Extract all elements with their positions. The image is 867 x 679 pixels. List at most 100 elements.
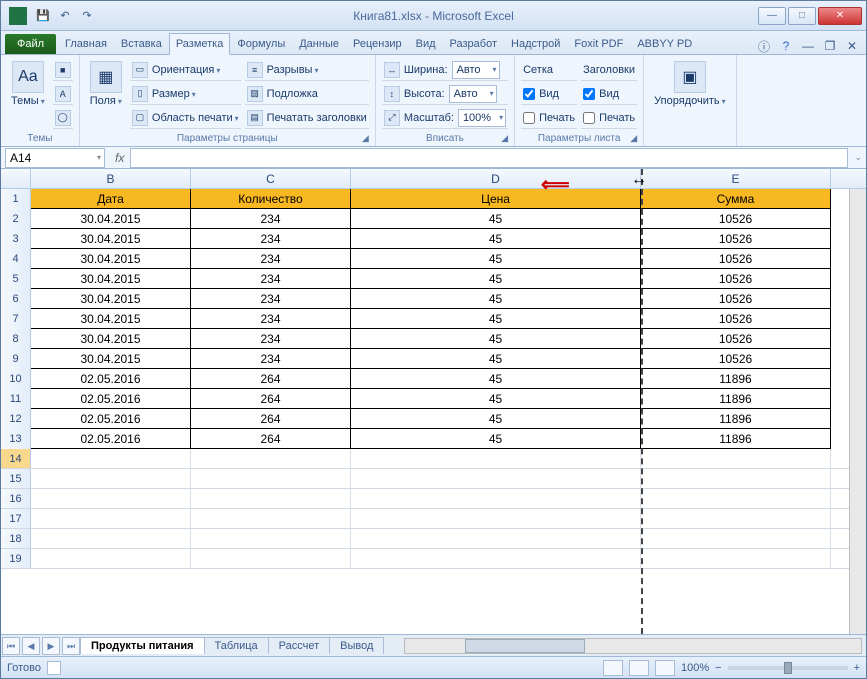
wb-close-icon[interactable]: ✕ <box>844 38 860 54</box>
tab-view[interactable]: Вид <box>409 33 443 54</box>
table-cell[interactable]: 264 <box>191 409 351 429</box>
table-cell[interactable]: 30.04.2015 <box>31 309 191 329</box>
empty-cell[interactable] <box>31 449 191 468</box>
row-header[interactable]: 4 <box>1 249 31 269</box>
expand-formula-icon[interactable]: ⌄ <box>854 152 862 163</box>
horizontal-scrollbar[interactable] <box>404 638 862 654</box>
colors-icon[interactable]: ■ <box>55 62 71 78</box>
table-cell[interactable]: 02.05.2016 <box>31 389 191 409</box>
name-box[interactable]: A14 <box>5 148 105 168</box>
head-view-checkbox[interactable] <box>583 88 595 100</box>
table-cell[interactable]: 11896 <box>641 369 831 389</box>
sheet-nav-first[interactable]: ⏮ <box>2 637 20 655</box>
table-cell[interactable]: 11896 <box>641 389 831 409</box>
empty-cell[interactable] <box>351 489 641 508</box>
empty-cell[interactable] <box>641 469 831 488</box>
table-cell[interactable]: 264 <box>191 369 351 389</box>
wb-minimize-icon[interactable]: — <box>800 38 816 54</box>
row-header[interactable]: 5 <box>1 269 31 289</box>
row-header[interactable]: 15 <box>1 469 31 488</box>
formula-input[interactable] <box>130 148 848 168</box>
table-cell[interactable]: 234 <box>191 249 351 269</box>
grid-view-checkbox[interactable] <box>523 88 535 100</box>
col-header-d[interactable]: D <box>351 169 641 188</box>
table-cell[interactable]: 234 <box>191 289 351 309</box>
zoom-out-button[interactable]: − <box>715 662 721 674</box>
help-icon[interactable]: ? <box>778 38 794 54</box>
table-cell[interactable]: 45 <box>351 429 641 449</box>
close-button[interactable]: ✕ <box>818 7 862 25</box>
table-cell[interactable]: 10526 <box>641 329 831 349</box>
empty-cell[interactable] <box>641 489 831 508</box>
table-cell[interactable]: 10526 <box>641 249 831 269</box>
row-header[interactable]: 2 <box>1 209 31 229</box>
margins-button[interactable]: ▦ Поля <box>86 59 126 131</box>
empty-cell[interactable] <box>641 549 831 568</box>
col-header-c[interactable]: C <box>191 169 351 188</box>
empty-cell[interactable] <box>351 449 641 468</box>
fx-icon[interactable]: fx <box>109 151 130 165</box>
row-header[interactable]: 16 <box>1 489 31 508</box>
effects-icon[interactable]: ◯ <box>55 110 71 126</box>
table-cell[interactable]: 11896 <box>641 429 831 449</box>
table-cell[interactable]: 30.04.2015 <box>31 229 191 249</box>
table-cell[interactable]: 234 <box>191 269 351 289</box>
empty-cell[interactable] <box>31 509 191 528</box>
table-cell[interactable]: 10526 <box>641 309 831 329</box>
row-header[interactable]: 19 <box>1 549 31 568</box>
grid-print-checkbox[interactable] <box>523 112 535 124</box>
row-header[interactable]: 11 <box>1 389 31 409</box>
row-header[interactable]: 13 <box>1 429 31 449</box>
tab-abbyy[interactable]: ABBYY PD <box>630 33 699 54</box>
table-cell[interactable]: 02.05.2016 <box>31 369 191 389</box>
fit-launcher[interactable]: ◢ <box>501 133 508 144</box>
row-header[interactable]: 9 <box>1 349 31 369</box>
tab-data[interactable]: Данные <box>292 33 346 54</box>
scale-combo[interactable]: 100% <box>458 109 506 127</box>
empty-cell[interactable] <box>641 509 831 528</box>
table-cell[interactable]: 45 <box>351 289 641 309</box>
fonts-icon[interactable]: A <box>55 86 71 102</box>
table-header-cell[interactable]: Цена <box>351 189 641 209</box>
table-cell[interactable]: 30.04.2015 <box>31 329 191 349</box>
empty-cell[interactable] <box>31 549 191 568</box>
orientation-button[interactable]: ▭Ориентация <box>130 59 241 81</box>
undo-icon[interactable]: ↶ <box>57 8 73 24</box>
table-cell[interactable]: 264 <box>191 429 351 449</box>
sheet-nav-last[interactable]: ⏭ <box>62 637 80 655</box>
minimize-button[interactable]: — <box>758 7 786 25</box>
table-cell[interactable]: 02.05.2016 <box>31 409 191 429</box>
table-cell[interactable]: 234 <box>191 309 351 329</box>
table-cell[interactable]: 234 <box>191 209 351 229</box>
table-cell[interactable]: 234 <box>191 229 351 249</box>
table-cell[interactable]: 45 <box>351 209 641 229</box>
empty-cell[interactable] <box>31 529 191 548</box>
empty-cell[interactable] <box>191 449 351 468</box>
vertical-scrollbar[interactable] <box>849 189 866 634</box>
sheet-tab-3[interactable]: Вывод <box>329 637 384 654</box>
table-cell[interactable]: 234 <box>191 349 351 369</box>
table-cell[interactable]: 45 <box>351 349 641 369</box>
view-normal-button[interactable] <box>603 660 623 676</box>
zoom-in-button[interactable]: + <box>854 662 860 674</box>
head-print-checkbox[interactable] <box>583 112 595 124</box>
table-cell[interactable]: 45 <box>351 309 641 329</box>
redo-icon[interactable]: ↷ <box>79 8 95 24</box>
macro-record-icon[interactable] <box>47 661 61 675</box>
table-cell[interactable]: 45 <box>351 269 641 289</box>
themes-button[interactable]: Aa Темы <box>7 59 49 131</box>
table-cell[interactable]: 11896 <box>641 409 831 429</box>
empty-cell[interactable] <box>351 509 641 528</box>
row-header[interactable]: 17 <box>1 509 31 528</box>
table-cell[interactable]: 45 <box>351 329 641 349</box>
select-all-corner[interactable] <box>1 169 31 188</box>
table-header-cell[interactable]: Сумма <box>641 189 831 209</box>
row-header[interactable]: 1 <box>1 189 31 209</box>
table-cell[interactable]: 30.04.2015 <box>31 209 191 229</box>
table-header-cell[interactable]: Дата <box>31 189 191 209</box>
sheet-tab-2[interactable]: Рассчет <box>268 637 331 654</box>
row-header[interactable]: 10 <box>1 369 31 389</box>
table-cell[interactable]: 10526 <box>641 229 831 249</box>
empty-cell[interactable] <box>641 529 831 548</box>
row-header[interactable]: 18 <box>1 529 31 548</box>
